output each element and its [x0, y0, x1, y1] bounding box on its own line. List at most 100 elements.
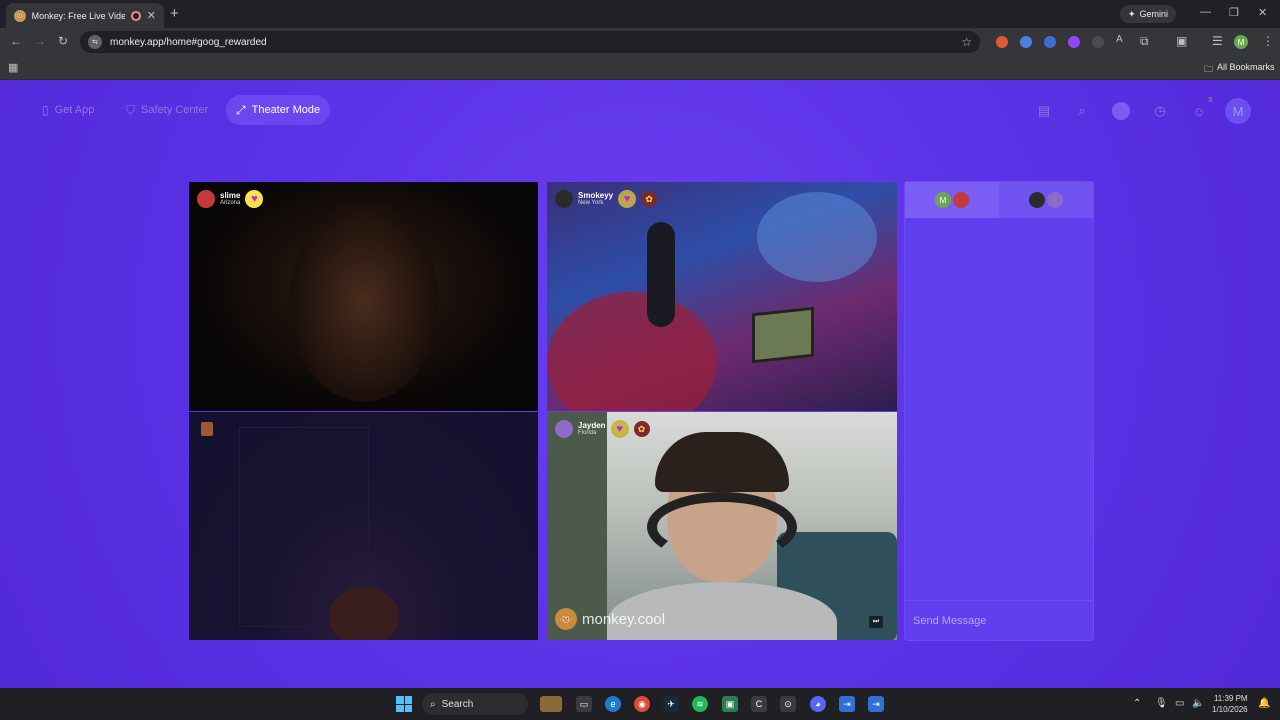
- bookmarks-bar: ▦ 🗀 All Bookmarks: [0, 56, 1280, 80]
- browser-tab[interactable]: 🐵 Monkey: Free Live Video Ch ✕: [6, 3, 164, 28]
- chat-tabs: M: [905, 182, 1093, 218]
- extension-gray-icon[interactable]: [1092, 36, 1104, 48]
- messages-icon[interactable]: ☺ 3: [1190, 97, 1212, 120]
- video-tile-1[interactable]: slime Arizona ♥: [189, 182, 538, 411]
- extension-fire-icon[interactable]: [996, 36, 1008, 48]
- username: Smokeyy: [578, 191, 614, 200]
- steam-icon[interactable]: ✈: [663, 696, 679, 712]
- extension-blue-icon[interactable]: [1020, 36, 1032, 48]
- search-icon[interactable]: ⌕: [1073, 102, 1091, 120]
- side-panel-icon[interactable]: ▣: [1176, 34, 1187, 48]
- user-avatar-icon: [197, 190, 215, 208]
- wall-posters: [757, 192, 877, 282]
- chrome-icon[interactable]: ◉: [634, 696, 650, 712]
- github-icon[interactable]: ⊙: [780, 696, 796, 712]
- site-info-icon[interactable]: ⇆: [88, 35, 102, 49]
- theater-mode-button[interactable]: ⤢ Theater Mode: [226, 95, 331, 125]
- username: slime: [220, 191, 241, 200]
- extension-glasses-icon[interactable]: [1044, 36, 1056, 48]
- user-tag: Jayden Florida ♥ ✿: [555, 420, 650, 438]
- chat-panel: M: [905, 182, 1093, 640]
- send-message-input[interactable]: [913, 614, 1083, 627]
- coin-icon[interactable]: [1112, 102, 1130, 120]
- notification-badge: 3: [1208, 97, 1212, 104]
- browser-titlebar: 🐵 Monkey: Free Live Video Ch ✕ + ✦ Gemin…: [0, 0, 1280, 28]
- gemini-label: Gemini: [1139, 9, 1169, 19]
- ccleaner-icon[interactable]: C: [751, 696, 767, 712]
- address-bar[interactable]: ⇆ monkey.app/home#goog_rewarded ☆: [80, 31, 980, 53]
- left-wall: [547, 412, 607, 640]
- url-text[interactable]: monkey.app/home#goog_rewarded: [110, 37, 267, 48]
- browser-toolbar: ← → ↻ ⇆ monkey.app/home#goog_rewarded ☆ …: [0, 28, 1280, 56]
- user-avatar[interactable]: M: [1225, 98, 1251, 124]
- tray-chevron-icon[interactable]: ⌃: [1133, 698, 1141, 709]
- profile-avatar[interactable]: M: [1234, 35, 1248, 49]
- chrome-menu-icon[interactable]: ⋮: [1262, 34, 1274, 48]
- monkey-favicon-icon: 🐵: [14, 9, 26, 22]
- user-tag: Smokeyy New York ♥ ✿: [555, 190, 658, 208]
- spotify-icon[interactable]: ≋: [692, 696, 708, 712]
- widgets-icon[interactable]: [540, 696, 562, 712]
- translate-icon[interactable]: A: [1116, 34, 1123, 45]
- participant-body: [547, 292, 717, 411]
- safety-center-button[interactable]: ⛉ Safety Center: [116, 95, 218, 125]
- user-avatar-icon: [953, 192, 969, 208]
- get-app-label: Get App: [54, 104, 95, 116]
- volume-icon[interactable]: 🔈: [1192, 698, 1204, 709]
- apps-grid-icon[interactable]: ▦: [8, 61, 18, 74]
- notification-bell-icon[interactable]: 🔔: [1258, 698, 1270, 709]
- extension-twitch-icon[interactable]: [1068, 36, 1080, 48]
- restore-button[interactable]: ❐: [1229, 6, 1239, 19]
- skip-icon[interactable]: ⏭: [869, 616, 883, 628]
- close-tab-icon[interactable]: ✕: [147, 9, 156, 22]
- close-window-button[interactable]: ✕: [1258, 6, 1267, 19]
- discord-icon[interactable]: ◕: [810, 696, 826, 712]
- minimize-button[interactable]: —: [1200, 6, 1211, 18]
- forward-icon[interactable]: →: [34, 34, 46, 48]
- store-icon[interactable]: ▤: [1035, 102, 1053, 120]
- history-icon[interactable]: ◷: [1151, 102, 1169, 120]
- video-tile-3[interactable]: [189, 412, 538, 640]
- video-tile-2[interactable]: Smokeyy New York ♥ ✿: [547, 182, 897, 411]
- xbox-app-icon[interactable]: ▣: [722, 696, 738, 712]
- heart-icon[interactable]: ♥: [618, 190, 637, 208]
- get-app-button[interactable]: ▯ Get App: [32, 95, 104, 125]
- app-blue2-icon[interactable]: ⇥: [868, 696, 884, 712]
- video-tile-4[interactable]: Jayden Florida ♥ ✿ 🐵 monkey.cool ⏭: [547, 412, 897, 640]
- rose-icon: ✿: [633, 421, 650, 437]
- safety-center-label: Safety Center: [141, 104, 209, 116]
- chat-tab-group-1[interactable]: M: [905, 182, 999, 218]
- new-tab-button[interactable]: +: [170, 5, 179, 22]
- app-blue-icon[interactable]: ⇥: [839, 696, 855, 712]
- heart-icon[interactable]: ♥: [245, 190, 264, 208]
- microphone-shape: [647, 222, 675, 327]
- tab-search-icon[interactable]: ☰: [1212, 34, 1223, 48]
- system-clock[interactable]: 11:39 PM 1/10/2026: [1212, 693, 1248, 715]
- back-icon[interactable]: ←: [10, 34, 22, 48]
- sparkle-icon: ✦: [1128, 8, 1136, 19]
- microphone-icon[interactable]: 🎙: [1155, 698, 1168, 709]
- user-avatar-icon: [1047, 192, 1063, 208]
- watermark-text: monkey.cool: [582, 610, 666, 628]
- user-tag: slime Arizona ♥: [197, 190, 264, 208]
- search-icon: ⌕: [430, 698, 436, 710]
- all-bookmarks-button[interactable]: 🗀 All Bookmarks: [1204, 62, 1275, 78]
- monkey-watermark: 🐵 monkey.cool: [555, 608, 665, 630]
- participant-head: [329, 587, 399, 640]
- recording-icon: [130, 10, 141, 21]
- expand-icon: ⤢: [236, 102, 246, 117]
- location: Arizona: [220, 200, 241, 206]
- extensions-puzzle-icon[interactable]: ⧉: [1140, 34, 1149, 49]
- chat-tab-group-2[interactable]: [999, 182, 1093, 218]
- reload-icon[interactable]: ↻: [58, 34, 68, 48]
- windows-start-icon[interactable]: [396, 696, 412, 712]
- task-view-icon[interactable]: ▭: [576, 696, 592, 712]
- network-icon[interactable]: ▭: [1175, 698, 1184, 709]
- edge-icon[interactable]: e: [605, 696, 621, 712]
- bookmark-star-icon[interactable]: ☆: [961, 35, 972, 49]
- username: Jayden: [578, 421, 606, 430]
- headphones-shape: [647, 492, 797, 562]
- heart-icon[interactable]: ♥: [610, 420, 629, 438]
- gemini-button[interactable]: ✦ Gemini: [1120, 5, 1177, 23]
- taskbar-search[interactable]: ⌕ Search: [422, 693, 528, 715]
